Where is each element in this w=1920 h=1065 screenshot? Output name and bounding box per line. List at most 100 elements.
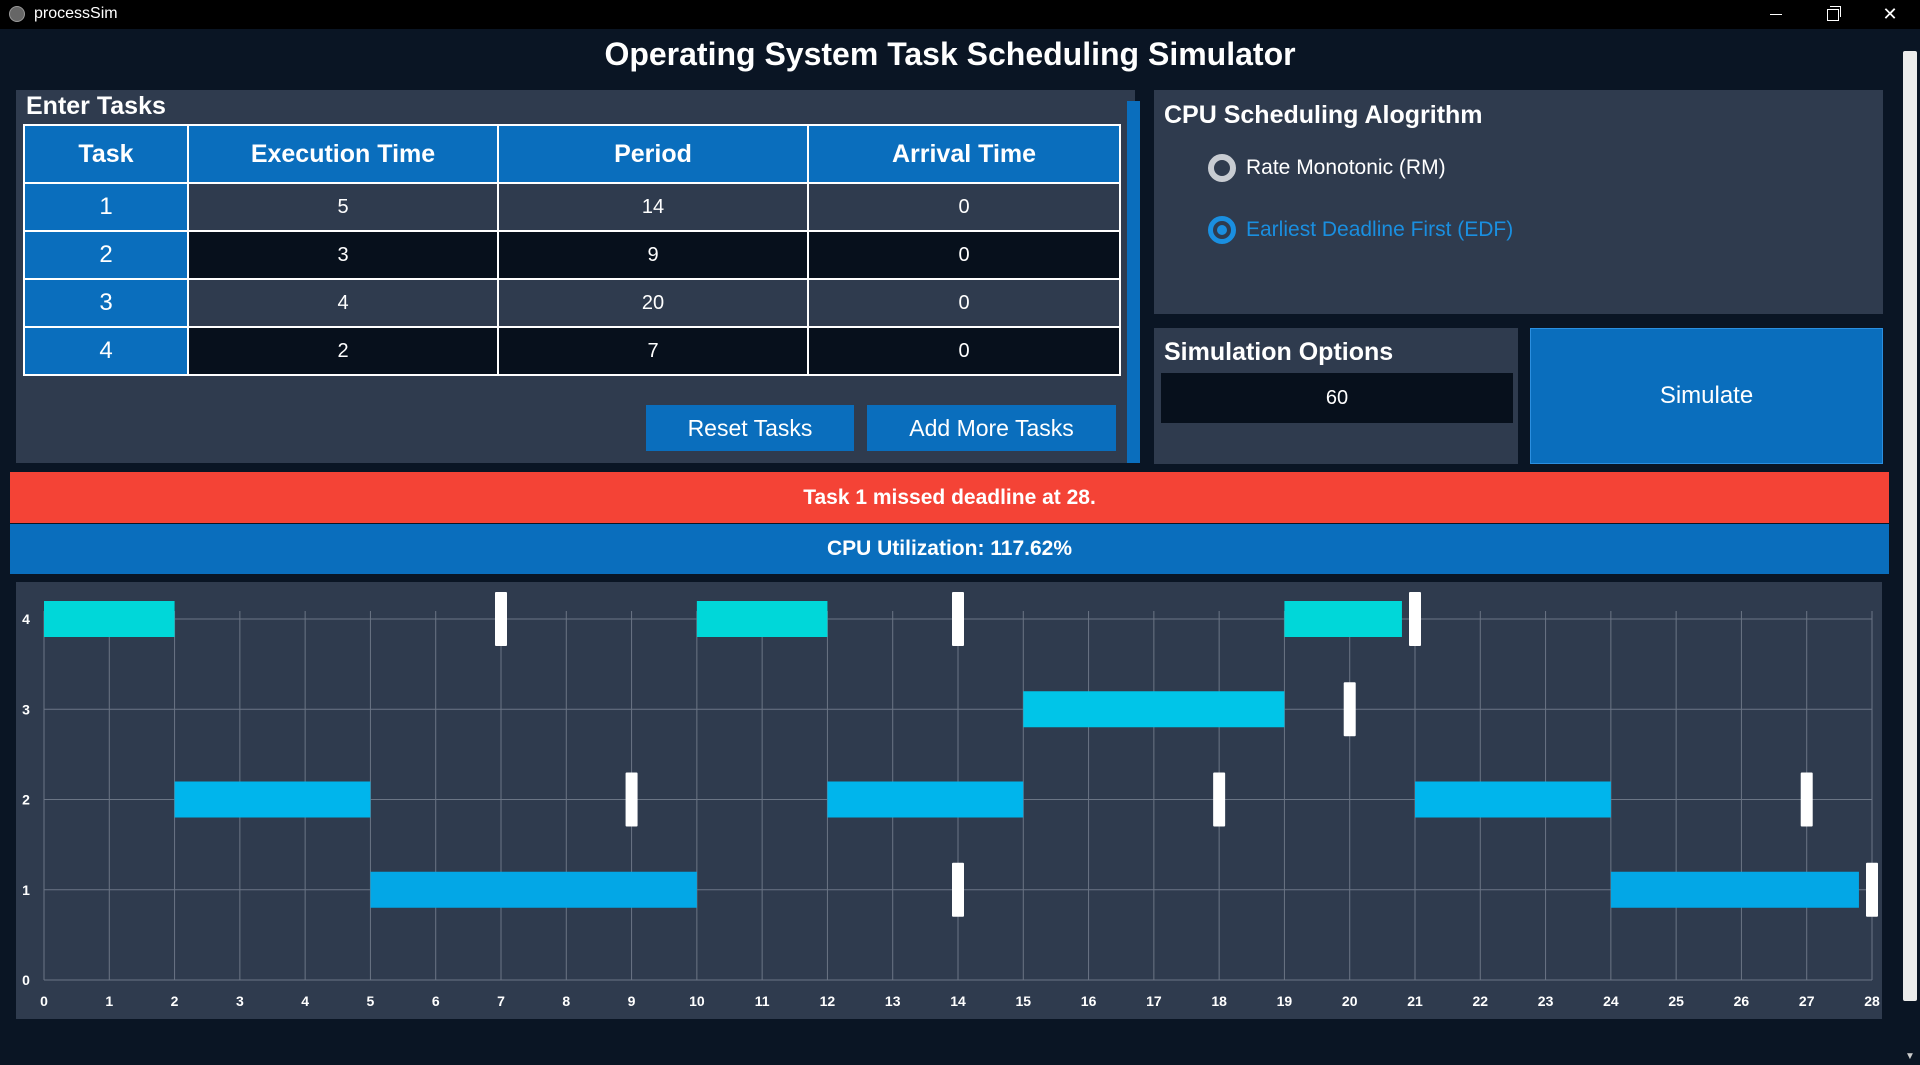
algorithm-panel: CPU Scheduling Alogrithm Rate Monotonic … (1154, 90, 1883, 314)
close-icon: ✕ (1882, 4, 1898, 24)
task-bar (370, 871, 697, 908)
restore-icon (1827, 5, 1841, 21)
tasks-scrollbar[interactable] (1127, 101, 1140, 463)
y-tick-label: 4 (22, 611, 30, 627)
tasks-panel: Enter Tasks Task Execution Time Period A… (16, 90, 1135, 463)
x-tick-label: 2 (171, 993, 179, 1009)
x-tick-label: 10 (689, 993, 705, 1009)
deadline-marker (952, 862, 964, 917)
task-table: Task Execution Time Period Arrival Time … (23, 124, 1121, 376)
radio-option-edf[interactable]: Earliest Deadline First (EDF) (1208, 216, 1513, 244)
column-header-task: Task (23, 124, 189, 184)
x-tick-label: 8 (562, 993, 570, 1009)
x-tick-label: 0 (40, 993, 48, 1009)
app-icon (9, 6, 25, 22)
radio-label-rm: Rate Monotonic (RM) (1246, 156, 1446, 179)
arrival-time-cell[interactable]: 0 (807, 182, 1121, 232)
deadline-marker (952, 592, 964, 646)
task-bar (1023, 691, 1285, 728)
task-bar (1284, 601, 1402, 637)
arrival-time-cell[interactable]: 0 (807, 278, 1121, 328)
x-tick-label: 5 (367, 993, 375, 1009)
reset-tasks-button[interactable]: Reset Tasks (646, 405, 854, 451)
task-bar (1415, 781, 1611, 818)
x-tick-label: 28 (1864, 993, 1880, 1009)
minimize-button[interactable] (1753, 0, 1799, 29)
deadline-marker (1800, 772, 1813, 827)
task-bar (827, 781, 1024, 818)
table-header-row: Task Execution Time Period Arrival Time (23, 124, 1121, 184)
execution-time-cell[interactable]: 5 (187, 182, 499, 232)
y-tick-label: 1 (22, 882, 30, 898)
table-row: 2 3 9 0 (23, 230, 1121, 280)
task-bar (44, 601, 175, 637)
x-tick-label: 14 (950, 993, 966, 1009)
task-id-cell: 3 (23, 278, 189, 328)
period-cell[interactable]: 14 (497, 182, 809, 232)
window-scrollbar[interactable]: ▲ ▼ (1900, 29, 1920, 1062)
x-tick-label: 23 (1538, 993, 1554, 1009)
table-row: 4 2 7 0 (23, 326, 1121, 376)
x-tick-label: 19 (1277, 993, 1293, 1009)
scrollbar-thumb[interactable] (1903, 51, 1917, 1001)
period-cell[interactable]: 20 (497, 278, 809, 328)
period-cell[interactable]: 9 (497, 230, 809, 280)
table-row: 1 5 14 0 (23, 182, 1121, 232)
task-id-cell: 2 (23, 230, 189, 280)
x-tick-label: 22 (1472, 993, 1488, 1009)
period-cell[interactable]: 7 (497, 326, 809, 376)
radio-unchecked-icon (1208, 154, 1236, 182)
arrival-time-cell[interactable]: 0 (807, 230, 1121, 280)
x-tick-label: 9 (628, 993, 636, 1009)
x-tick-label: 1 (105, 993, 113, 1009)
x-tick-label: 16 (1081, 993, 1097, 1009)
deadline-miss-banner: Task 1 missed deadline at 28. (10, 472, 1889, 523)
deadline-marker (1866, 862, 1878, 917)
task-bar (174, 781, 371, 818)
app-title: Operating System Task Scheduling Simulat… (604, 36, 1296, 72)
x-tick-label: 25 (1668, 993, 1684, 1009)
y-tick-label: 0 (22, 972, 30, 988)
deadline-marker (1409, 592, 1421, 646)
x-tick-label: 6 (432, 993, 440, 1009)
x-tick-label: 21 (1407, 993, 1423, 1009)
x-tick-label: 27 (1799, 993, 1815, 1009)
x-tick-label: 12 (820, 993, 836, 1009)
simulation-duration-input[interactable] (1161, 373, 1513, 423)
minimize-icon (1770, 14, 1782, 15)
task-id-cell: 1 (23, 182, 189, 232)
column-header-period: Period (497, 124, 809, 184)
arrival-time-cell[interactable]: 0 (807, 326, 1121, 376)
algorithm-heading: CPU Scheduling Alogrithm (1164, 101, 1483, 129)
radio-option-rm[interactable]: Rate Monotonic (RM) (1208, 154, 1446, 182)
close-button[interactable]: ✕ (1867, 0, 1913, 29)
table-row: 3 4 20 0 (23, 278, 1121, 328)
scroll-down-icon[interactable]: ▼ (1900, 1051, 1920, 1065)
restore-button[interactable] (1810, 0, 1856, 29)
deadline-marker (1213, 772, 1226, 827)
deadline-marker (495, 592, 507, 646)
x-tick-label: 24 (1603, 993, 1619, 1009)
task-bar (1610, 871, 1859, 908)
x-tick-label: 15 (1015, 993, 1031, 1009)
gantt-chart: 0 1 2 3 4 5 6 7 8 9 10 11 12 13 14 15 16 17 18 19 20 21 22 23 24… (22, 592, 1880, 1009)
task-bar (696, 601, 828, 637)
x-tick-label: 3 (236, 993, 244, 1009)
execution-time-cell[interactable]: 4 (187, 278, 499, 328)
x-tick-label: 17 (1146, 993, 1162, 1009)
x-tick-label: 4 (301, 993, 309, 1009)
column-header-arrival-time: Arrival Time (807, 124, 1121, 184)
window-titlebar: processSim ✕ (0, 0, 1920, 29)
add-more-tasks-button[interactable]: Add More Tasks (867, 405, 1116, 451)
deadline-marker (1343, 682, 1356, 737)
execution-time-cell[interactable]: 2 (187, 326, 499, 376)
cpu-utilization-banner: CPU Utilization: 117.62% (10, 524, 1889, 574)
y-tick-label: 2 (22, 792, 30, 808)
radio-label-edf: Earliest Deadline First (EDF) (1246, 218, 1514, 241)
x-tick-label: 7 (497, 993, 505, 1009)
simulation-options-panel: Simulation Options (1154, 328, 1518, 464)
execution-time-cell[interactable]: 3 (187, 230, 499, 280)
simulation-options-heading: Simulation Options (1164, 338, 1394, 366)
simulate-button[interactable]: Simulate (1530, 328, 1883, 464)
gantt-chart-panel: 0 1 2 3 4 5 6 7 8 9 10 11 12 13 14 15 16 17 18 19 20 21 22 23 24… (16, 582, 1882, 1019)
